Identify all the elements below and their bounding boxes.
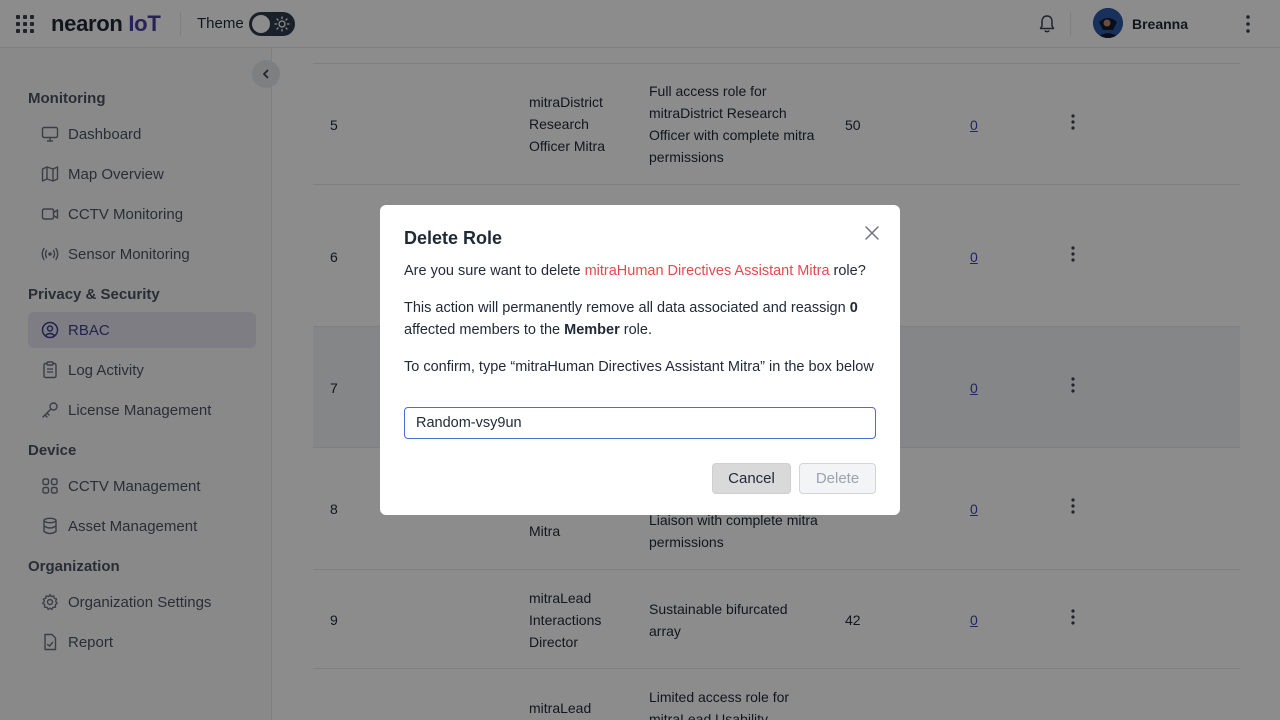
- close-icon[interactable]: [863, 224, 881, 242]
- warning-prefix: This action will permanently remove all …: [404, 300, 850, 316]
- role-name-highlight: mitraHuman Directives Assistant Mitra: [584, 263, 830, 279]
- warning-suffix: role.: [619, 322, 652, 338]
- question-suffix: role?: [829, 263, 866, 279]
- delete-question: Are you sure want to delete mitraHuman D…: [404, 261, 884, 281]
- dialog-title: Delete Role: [404, 228, 503, 248]
- target-role: Member: [564, 322, 620, 338]
- warning-middle: affected members to the: [404, 322, 565, 338]
- cancel-button[interactable]: Cancel: [712, 463, 791, 494]
- affected-count: 0: [849, 300, 858, 316]
- question-prefix: Are you sure want to delete: [404, 263, 585, 279]
- delete-role-dialog: Delete Role Are you sure want to delete …: [380, 205, 900, 515]
- confirm-role-input[interactable]: [404, 407, 876, 439]
- delete-button[interactable]: Delete: [799, 463, 876, 494]
- delete-warning: This action will permanently remove all …: [404, 297, 884, 341]
- confirm-instruction: To confirm, type “mitraHuman Directives …: [404, 359, 874, 375]
